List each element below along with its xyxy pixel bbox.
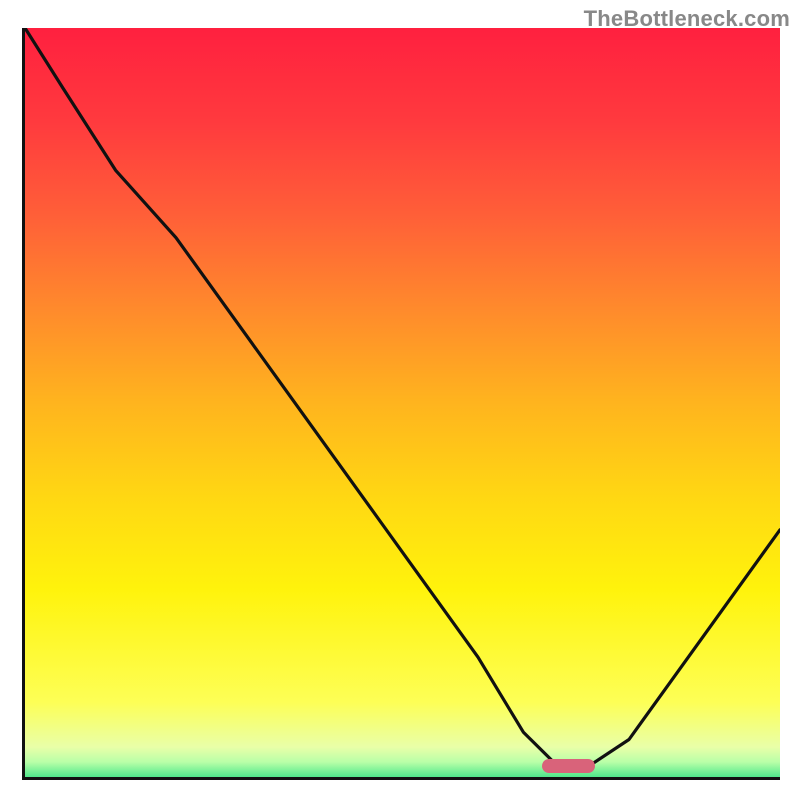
curve-line xyxy=(25,28,780,777)
plot-area xyxy=(22,28,780,780)
optimal-marker xyxy=(542,759,595,773)
bottleneck-chart: TheBottleneck.com xyxy=(0,0,800,800)
